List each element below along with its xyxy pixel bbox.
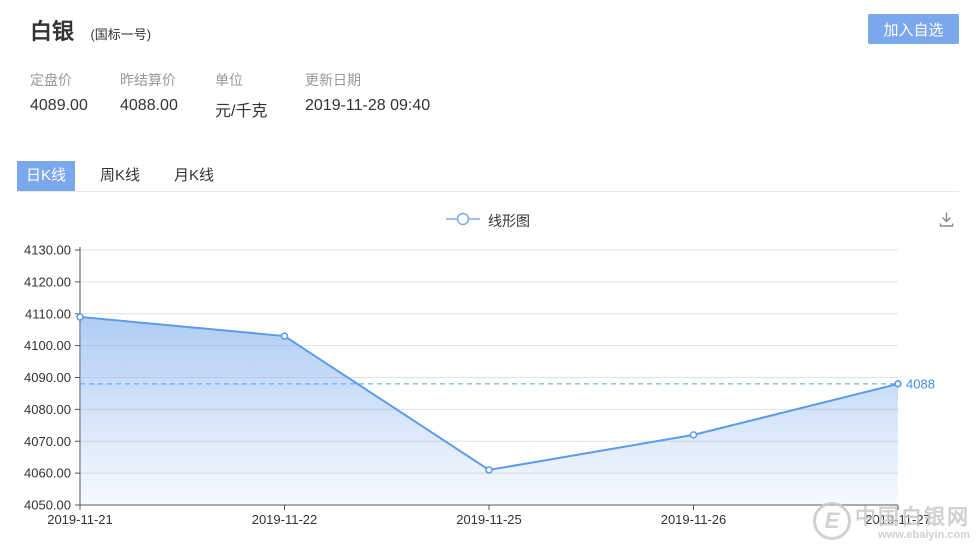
- x-tick-label: 2019-11-22: [252, 512, 318, 527]
- x-tick-label: 2019-11-25: [456, 512, 522, 527]
- silver-quote-page: 白银 (国标一号) 加入自选 定盘价 4089.00 昨结算价 4088.00 …: [0, 0, 976, 550]
- add-watchlist-button[interactable]: 加入自选: [868, 14, 959, 44]
- y-tick-label: 4050.00: [24, 498, 71, 513]
- page-title: 白银: [30, 19, 75, 44]
- x-tick-label: 2019-11-21: [47, 512, 113, 527]
- page-subtitle: (国标一号): [90, 27, 152, 42]
- y-tick-label: 4120.00: [24, 274, 71, 289]
- stat-label: 更新日期: [305, 72, 361, 88]
- stat-unit: 单位 元/千克: [215, 70, 305, 121]
- stat-label: 单位: [215, 72, 243, 88]
- y-tick-label: 4080.00: [24, 402, 71, 417]
- stat-value: 4089.00: [30, 97, 88, 114]
- stat-value: 2019-11-28 09:40: [305, 97, 431, 114]
- mark-line-end-dot: [895, 380, 901, 387]
- price-chart: 4050.00 4060.00 4070.00 4080.00 4090.00 4100.…: [0, 240, 976, 547]
- stat-fixing-price: 定盘价 4089.00: [30, 70, 120, 121]
- legend-line-series[interactable]: 线形图: [446, 211, 530, 231]
- y-tick-label: 4090.00: [24, 370, 71, 385]
- y-tick-label: 4130.00: [24, 243, 71, 258]
- legend-label: 线形图: [488, 213, 530, 229]
- kline-tabs: 日K线 周K线 月K线: [17, 161, 959, 192]
- chart-toolbar: 线形图: [0, 204, 976, 238]
- legend-line-icon: [446, 212, 480, 231]
- tab-weekly-kline[interactable]: 周K线: [91, 161, 149, 191]
- page-header: 白银 (国标一号) 加入自选: [0, 0, 976, 46]
- data-point[interactable]: [280, 332, 289, 340]
- x-tick-label: 2019-11-27: [865, 512, 931, 527]
- stat-label: 定盘价: [30, 72, 72, 88]
- y-tick-label: 4110.00: [25, 306, 71, 321]
- quote-stats-row: 定盘价 4089.00 昨结算价 4088.00 单位 元/千克 更新日期 20…: [0, 70, 976, 121]
- title-block: 白银 (国标一号): [30, 14, 151, 46]
- data-point[interactable]: [485, 466, 493, 474]
- x-tick-label: 2019-11-26: [661, 512, 727, 527]
- stat-prev-settlement: 昨结算价 4088.00: [120, 70, 215, 121]
- stat-update-time: 更新日期 2019-11-28 09:40: [305, 70, 430, 121]
- mark-line-label: 4088: [906, 376, 935, 391]
- stat-value: 4088.00: [120, 97, 178, 114]
- tab-daily-kline[interactable]: 日K线: [17, 161, 75, 191]
- y-tick-label: 4060.00: [24, 466, 71, 481]
- data-point[interactable]: [689, 431, 698, 439]
- stat-value: 元/千克: [215, 103, 268, 120]
- tab-monthly-kline[interactable]: 月K线: [165, 161, 223, 191]
- data-point[interactable]: [76, 313, 84, 321]
- line-chart-svg: 4050.00 4060.00 4070.00 4080.00 4090.00 4100.…: [24, 243, 935, 528]
- stat-label: 昨结算价: [120, 72, 176, 88]
- y-tick-label: 4100.00: [24, 338, 71, 353]
- download-icon[interactable]: [937, 210, 956, 234]
- y-tick-label: 4070.00: [24, 434, 71, 449]
